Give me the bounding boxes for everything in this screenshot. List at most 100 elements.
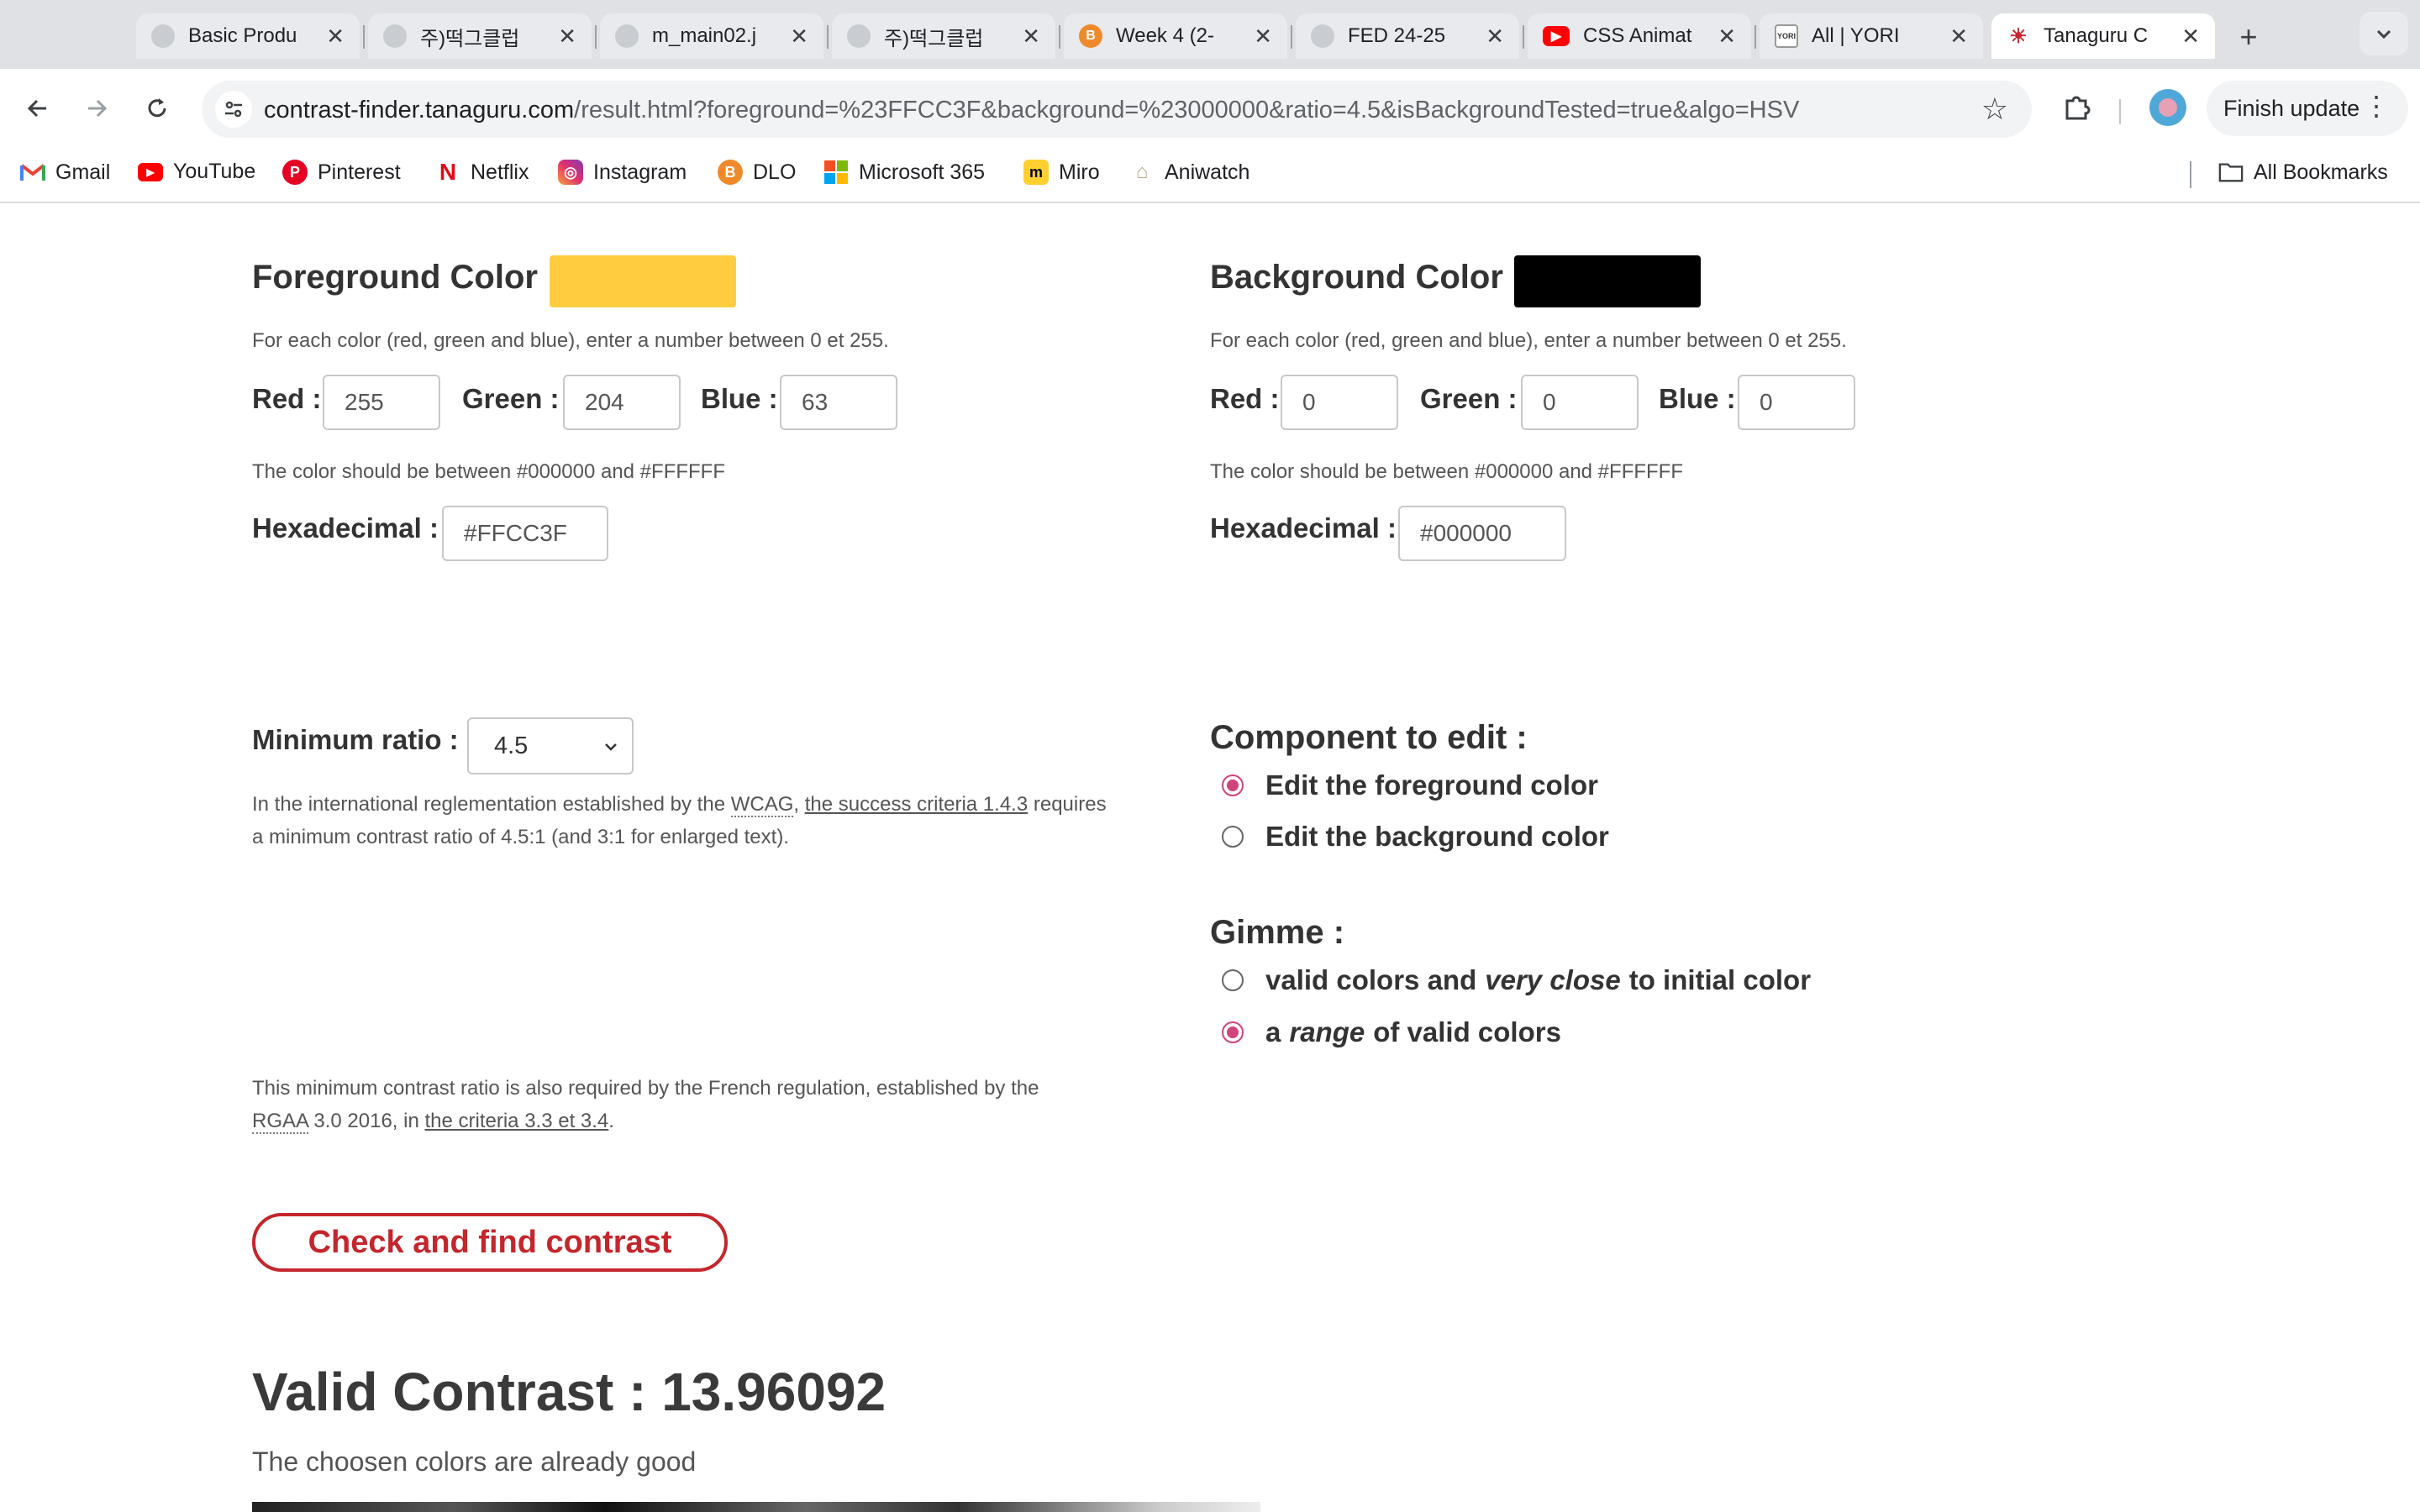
browser-toolbar: contrast-finder.tanaguru.com/result.html… <box>0 69 2420 148</box>
tab-8[interactable]: YORI All | YORI ✕ <box>1760 13 1983 59</box>
fg-hex-input[interactable]: #FFCC3F <box>442 506 608 561</box>
tab-title: Basic Produ <box>188 24 297 47</box>
wcag-abbr: WCAG <box>730 793 794 817</box>
tab-1[interactable]: Basic Produ ✕ <box>136 13 360 59</box>
all-bookmarks-button[interactable]: All Bookmarks <box>2218 160 2388 185</box>
tab-title: CSS Animat <box>1583 24 1692 47</box>
tab-title: m_main02.j <box>652 24 757 47</box>
result-title: Valid Contrast : 13.96092 <box>252 1362 886 1422</box>
success-criteria-link[interactable]: the success criteria 1.4.3 <box>805 793 1028 816</box>
tab-6[interactable]: FED 24-25 ✕ <box>1296 13 1519 59</box>
radio-selected-icon[interactable] <box>1222 774 1244 796</box>
radio-label: a <box>1265 1016 1281 1047</box>
bookmark-pinterest[interactable]: P Pinterest <box>282 160 401 185</box>
tab-4[interactable]: 주)떡그클럽 ✕ <box>832 13 1055 59</box>
radio-edit-background[interactable]: Edit the background color <box>1222 821 1609 853</box>
tanaguru-icon: ☀ <box>2007 24 2030 48</box>
extensions-button[interactable] <box>2055 86 2099 129</box>
tab-search-button[interactable] <box>2360 12 2408 55</box>
fg-red-input[interactable]: 255 <box>323 375 440 430</box>
tab-9-active[interactable]: ☀ Tanaguru C ✕ <box>1991 13 2215 59</box>
radio-label: Edit the foreground color <box>1265 769 1598 801</box>
close-tab-icon[interactable]: ✕ <box>558 24 576 50</box>
address-bar[interactable]: contrast-finder.tanaguru.com/result.html… <box>202 81 2032 138</box>
tab-title: 주)떡그클럽 <box>884 27 984 50</box>
radio-unselected-icon[interactable] <box>1222 969 1244 991</box>
reload-icon <box>148 98 166 118</box>
minimum-ratio-select[interactable]: 4.5 <box>467 717 634 774</box>
close-tab-icon[interactable]: ✕ <box>1949 24 1968 50</box>
url-text[interactable]: contrast-finder.tanaguru.com/result.html… <box>264 97 1799 124</box>
criteria-link[interactable]: the criteria 3.3 et 3.4 <box>424 1110 608 1132</box>
tab-strip: Basic Produ ✕ 주)떡그클럽 ✕ m_main02.j ✕ 주)떡그… <box>0 0 2420 69</box>
bookmark-instagram[interactable]: ◎ Instagram <box>558 160 687 185</box>
bg-hex-help: The color should be between #000000 and … <box>1210 460 1683 483</box>
new-tab-button[interactable]: + <box>2227 15 2270 59</box>
bookmark-netflix[interactable]: N Netflix <box>435 159 529 185</box>
bg-hex-input[interactable]: #000000 <box>1398 506 1566 561</box>
close-tab-icon[interactable]: ✕ <box>1486 24 1504 50</box>
finish-update-button[interactable]: Finish update ⋮ <box>2207 81 2408 136</box>
minimum-ratio-label: Minimum ratio : <box>252 724 459 755</box>
close-tab-icon[interactable]: ✕ <box>1718 24 1736 50</box>
bookmark-gmail[interactable]: Gmail <box>20 160 110 185</box>
background-title: Background Color : <box>1210 259 1524 296</box>
forward-button[interactable] <box>76 87 118 129</box>
plus-icon: + <box>2239 19 2258 54</box>
bookmark-miro[interactable]: m Miro <box>1023 160 1100 185</box>
chevron-down-icon <box>605 743 617 751</box>
tab-5[interactable]: B Week 4 (2- ✕ <box>1064 13 1287 59</box>
close-tab-icon[interactable]: ✕ <box>326 24 345 50</box>
radio-edit-foreground[interactable]: Edit the foreground color <box>1222 769 1598 801</box>
globe-icon <box>847 24 871 48</box>
back-button[interactable] <box>17 87 59 129</box>
bg-red-input[interactable]: 0 <box>1281 375 1398 430</box>
microsoft-icon <box>823 160 849 185</box>
forward-arrow-icon <box>88 99 108 118</box>
rgaa-text: 3.0 2016, in <box>308 1110 425 1132</box>
close-tab-icon[interactable]: ✕ <box>1254 24 1272 50</box>
check-contrast-button[interactable]: Check and find contrast <box>252 1213 728 1272</box>
wcag-text: , <box>793 793 805 816</box>
more-menu-icon[interactable]: ⋮ <box>2363 92 2390 119</box>
close-tab-icon[interactable]: ✕ <box>790 24 808 50</box>
chevron-down-icon <box>2376 29 2391 39</box>
bookmark-star-icon[interactable]: ☆ <box>1981 92 2008 127</box>
radio-label: valid colors and <box>1265 964 1477 995</box>
bookmark-youtube[interactable]: ▶ YouTube <box>138 160 255 184</box>
radio-very-close[interactable]: valid colors and very close to initial col… <box>1222 964 1811 996</box>
bg-green-input[interactable]: 0 <box>1521 375 1639 430</box>
bookmark-label: Microsoft 365 <box>859 160 986 184</box>
radio-label: of valid colors <box>1373 1016 1561 1047</box>
profile-avatar[interactable] <box>2149 89 2186 126</box>
wcag-paragraph: In the international reglementation esta… <box>252 788 1107 853</box>
tab-7[interactable]: ▶ CSS Animat ✕ <box>1528 13 1751 59</box>
youtube-icon: ▶ <box>1543 26 1570 46</box>
tab-3[interactable]: m_main02.j ✕ <box>600 13 823 59</box>
fg-blue-input[interactable]: 63 <box>780 375 897 430</box>
bookmark-label: Instagram <box>593 160 687 184</box>
bookmarks-separator <box>2190 161 2191 188</box>
fg-green-input[interactable]: 204 <box>563 375 681 430</box>
preview-image <box>252 1502 1260 1512</box>
radio-selected-icon[interactable] <box>1222 1021 1244 1043</box>
youtube-icon: ▶ <box>138 162 163 181</box>
toolbar-divider <box>2119 99 2121 124</box>
bookmark-microsoft-365[interactable]: Microsoft 365 <box>823 160 985 185</box>
close-tab-icon[interactable]: ✕ <box>1022 24 1040 50</box>
bitcoin-icon: B <box>1079 24 1102 48</box>
tab-title: 주)떡그클럽 <box>420 27 520 50</box>
bookmark-label: DLO <box>753 160 797 184</box>
tab-2[interactable]: 주)떡그클럽 ✕ <box>368 13 592 59</box>
bookmark-aniwatch[interactable]: ⌂ Aniwatch <box>1129 160 1249 185</box>
globe-icon <box>151 24 175 48</box>
bg-blue-input[interactable]: 0 <box>1738 375 1855 430</box>
tab-title: Week 4 (2- <box>1116 24 1214 47</box>
bookmark-dlo[interactable]: B DLO <box>718 160 796 185</box>
radio-range[interactable]: a range of valid colors <box>1222 1016 1561 1048</box>
site-info-icon[interactable] <box>215 91 252 128</box>
tab-separator <box>1291 25 1292 49</box>
close-tab-icon[interactable]: ✕ <box>2181 24 2200 50</box>
reload-button[interactable] <box>136 87 178 129</box>
radio-unselected-icon[interactable] <box>1222 826 1244 848</box>
